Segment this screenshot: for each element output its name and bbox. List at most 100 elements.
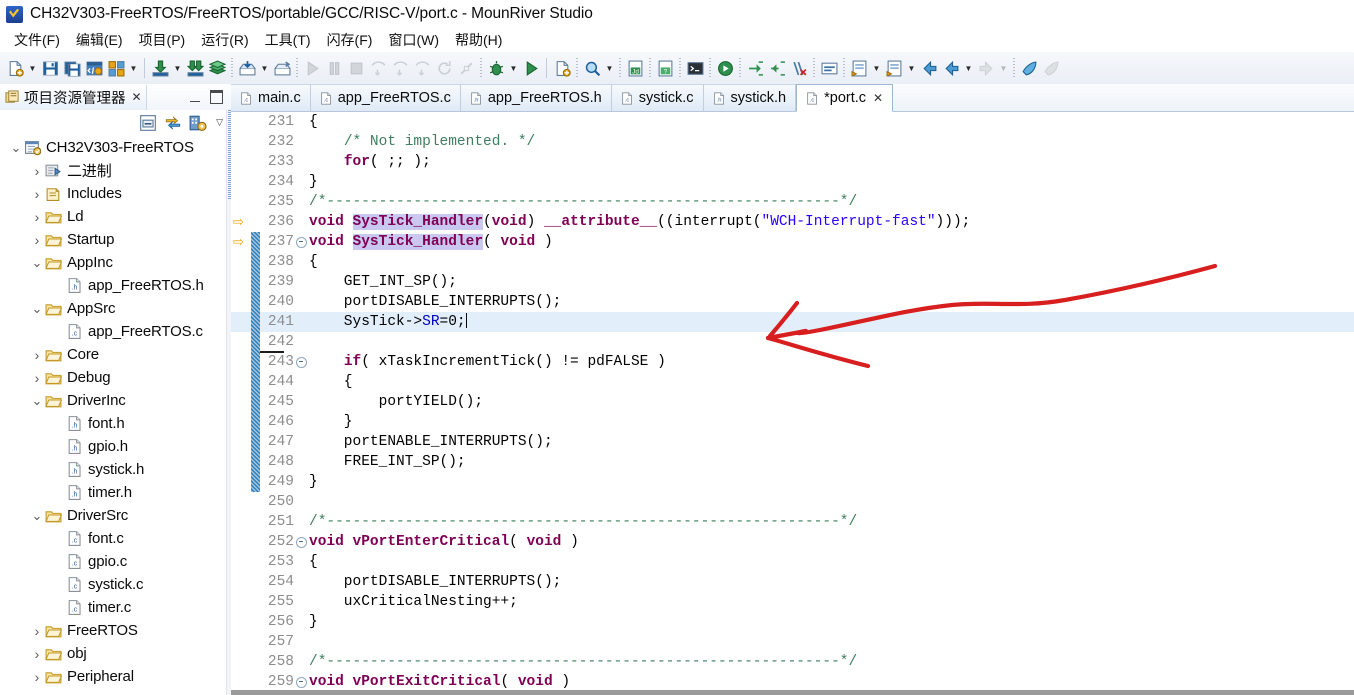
tree-item-driversrc[interactable]: ⌄DriverSrc <box>0 504 231 527</box>
line-marker-column[interactable] <box>231 592 251 612</box>
line-marker-column[interactable] <box>231 492 251 512</box>
chevron-down-icon[interactable]: ▼ <box>171 56 184 80</box>
line-marker-column[interactable] <box>231 612 251 632</box>
new-cpp-class-button[interactable] <box>551 56 573 80</box>
menu-help[interactable]: 帮助(H) <box>447 28 510 52</box>
code-editor[interactable]: 231{232 /* Not implemented. */233 for( ;… <box>231 112 1354 695</box>
chevron-down-icon[interactable]: ▽ <box>214 117 225 128</box>
chevron-right-icon[interactable]: › <box>29 209 45 225</box>
chevron-down-icon[interactable]: ▼ <box>26 56 39 80</box>
download-all-button[interactable] <box>184 56 206 80</box>
tree-item-font-h[interactable]: .hfont.h <box>0 412 231 435</box>
export-button[interactable] <box>271 56 293 80</box>
back-history-button[interactable] <box>940 56 962 80</box>
help-doc-button[interactable]: ? <box>654 56 676 80</box>
tree-item-[interactable]: ›二进制 <box>0 159 231 182</box>
tree-item-systick-h[interactable]: .hsystick.h <box>0 458 231 481</box>
line-marker-column[interactable] <box>231 572 251 592</box>
code-line-236[interactable]: ⇨236void SysTick_Handler(void) __attribu… <box>231 212 1354 232</box>
code-line-258[interactable]: 258/*-----------------------------------… <box>231 652 1354 672</box>
toggle-mark-occurrences-button[interactable] <box>1018 56 1040 80</box>
tree-item-includes[interactable]: ›Includes <box>0 182 231 205</box>
new-file-button[interactable] <box>4 56 26 80</box>
code-line-246[interactable]: 246 } <box>231 412 1354 432</box>
code-line-231[interactable]: 231{ <box>231 112 1354 132</box>
editor-tab-systick-c[interactable]: .csystick.c <box>612 84 704 111</box>
build-all-button[interactable] <box>105 56 127 80</box>
tree-item-obj[interactable]: ›obj <box>0 642 231 665</box>
menu-run[interactable]: 运行(R) <box>193 28 256 52</box>
code-line-237[interactable]: ⇨237void SysTick_Handler( void ) <box>231 232 1354 252</box>
line-marker-column[interactable] <box>231 632 251 652</box>
library-button[interactable] <box>206 56 228 80</box>
code-line-241[interactable]: 241 SysTick->SR=0; <box>231 312 1354 332</box>
remove-markers-button[interactable] <box>788 56 810 80</box>
fold-toggle-icon[interactable] <box>295 237 308 248</box>
line-marker-column[interactable] <box>231 252 251 272</box>
code-line-240[interactable]: 240 portDISABLE_INTERRUPTS(); <box>231 292 1354 312</box>
code-line-252[interactable]: 252void vPortEnterCritical( void ) <box>231 532 1354 552</box>
code-line-243[interactable]: 243 if( xTaskIncrementTick() != pdFALSE … <box>231 352 1354 372</box>
maximize-icon[interactable] <box>210 90 223 104</box>
horizontal-scrollbar[interactable] <box>231 690 1354 695</box>
chevron-down-icon[interactable]: ▼ <box>603 56 616 80</box>
tree-item-driverinc[interactable]: ⌄DriverInc <box>0 389 231 412</box>
previous-annotation-button[interactable] <box>766 56 788 80</box>
code-line-253[interactable]: 253{ <box>231 552 1354 572</box>
code-line-242[interactable]: 242 <box>231 332 1354 352</box>
save-all-button[interactable] <box>61 56 83 80</box>
chevron-down-icon[interactable]: ⌄ <box>29 260 45 266</box>
close-icon[interactable]: ✕ <box>873 91 883 106</box>
chevron-right-icon[interactable]: › <box>29 347 45 363</box>
link-editor-icon[interactable] <box>164 114 182 132</box>
tree-item-app-freertos-h[interactable]: .happ_FreeRTOS.h <box>0 274 231 297</box>
code-line-247[interactable]: 247 portENABLE_INTERRUPTS(); <box>231 432 1354 452</box>
javadoc-button[interactable]: Jd <box>624 56 646 80</box>
import-button[interactable] <box>236 56 258 80</box>
line-marker-column[interactable]: ⇨ <box>231 232 251 252</box>
minimize-icon[interactable] <box>190 93 200 102</box>
tree-item-appinc[interactable]: ⌄AppInc <box>0 251 231 274</box>
chevron-down-icon[interactable]: ⌄ <box>29 306 45 312</box>
editor-tab-port-c[interactable]: .c*port.c✕ <box>796 84 893 112</box>
tree-item-app-freertos-c[interactable]: .capp_FreeRTOS.c <box>0 320 231 343</box>
line-marker-column[interactable] <box>231 672 251 692</box>
line-marker-column[interactable] <box>231 152 251 172</box>
code-line-256[interactable]: 256} <box>231 612 1354 632</box>
code-line-235[interactable]: 235/*-----------------------------------… <box>231 192 1354 212</box>
code-line-255[interactable]: 255 uxCriticalNesting++; <box>231 592 1354 612</box>
collapse-icon[interactable] <box>296 357 307 368</box>
save-button[interactable] <box>39 56 61 80</box>
chevron-down-icon[interactable]: ⌄ <box>29 513 45 519</box>
download-button[interactable] <box>149 56 171 80</box>
chevron-down-icon[interactable]: ▼ <box>507 56 520 80</box>
tree-item-timer-h[interactable]: .htimer.h <box>0 481 231 504</box>
menu-file[interactable]: 文件(F) <box>6 28 68 52</box>
code-line-250[interactable]: 250 <box>231 492 1354 512</box>
code-line-244[interactable]: 244 { <box>231 372 1354 392</box>
line-marker-column[interactable] <box>231 332 251 352</box>
tree-item-debug[interactable]: ›Debug <box>0 366 231 389</box>
back-button[interactable] <box>918 56 940 80</box>
tree-item-peripheral[interactable]: ›Peripheral <box>0 665 231 688</box>
code-line-233[interactable]: 233 for( ;; ); <box>231 152 1354 172</box>
tree-item-startup[interactable]: ›Startup <box>0 228 231 251</box>
tree-item-ld[interactable]: ›Ld <box>0 205 231 228</box>
line-marker-column[interactable] <box>231 532 251 552</box>
chevron-down-icon[interactable]: ▼ <box>905 56 918 80</box>
line-marker-column[interactable] <box>231 452 251 472</box>
chevron-right-icon[interactable]: › <box>29 163 45 179</box>
terminal-button[interactable] <box>684 56 706 80</box>
line-marker-column[interactable] <box>231 372 251 392</box>
code-line-248[interactable]: 248 FREE_INT_SP(); <box>231 452 1354 472</box>
tree-item-gpio-c[interactable]: .cgpio.c <box>0 550 231 573</box>
search-button[interactable] <box>581 56 603 80</box>
line-marker-column[interactable] <box>231 272 251 292</box>
console-button[interactable] <box>818 56 840 80</box>
chevron-right-icon[interactable]: › <box>29 370 45 386</box>
line-marker-column[interactable] <box>231 112 251 132</box>
tree-item-timer-c[interactable]: .ctimer.c <box>0 596 231 619</box>
code-line-232[interactable]: 232 /* Not implemented. */ <box>231 132 1354 152</box>
editor-tab-app-freertos-h[interactable]: .happ_FreeRTOS.h <box>461 84 612 111</box>
launch-button[interactable] <box>714 56 736 80</box>
